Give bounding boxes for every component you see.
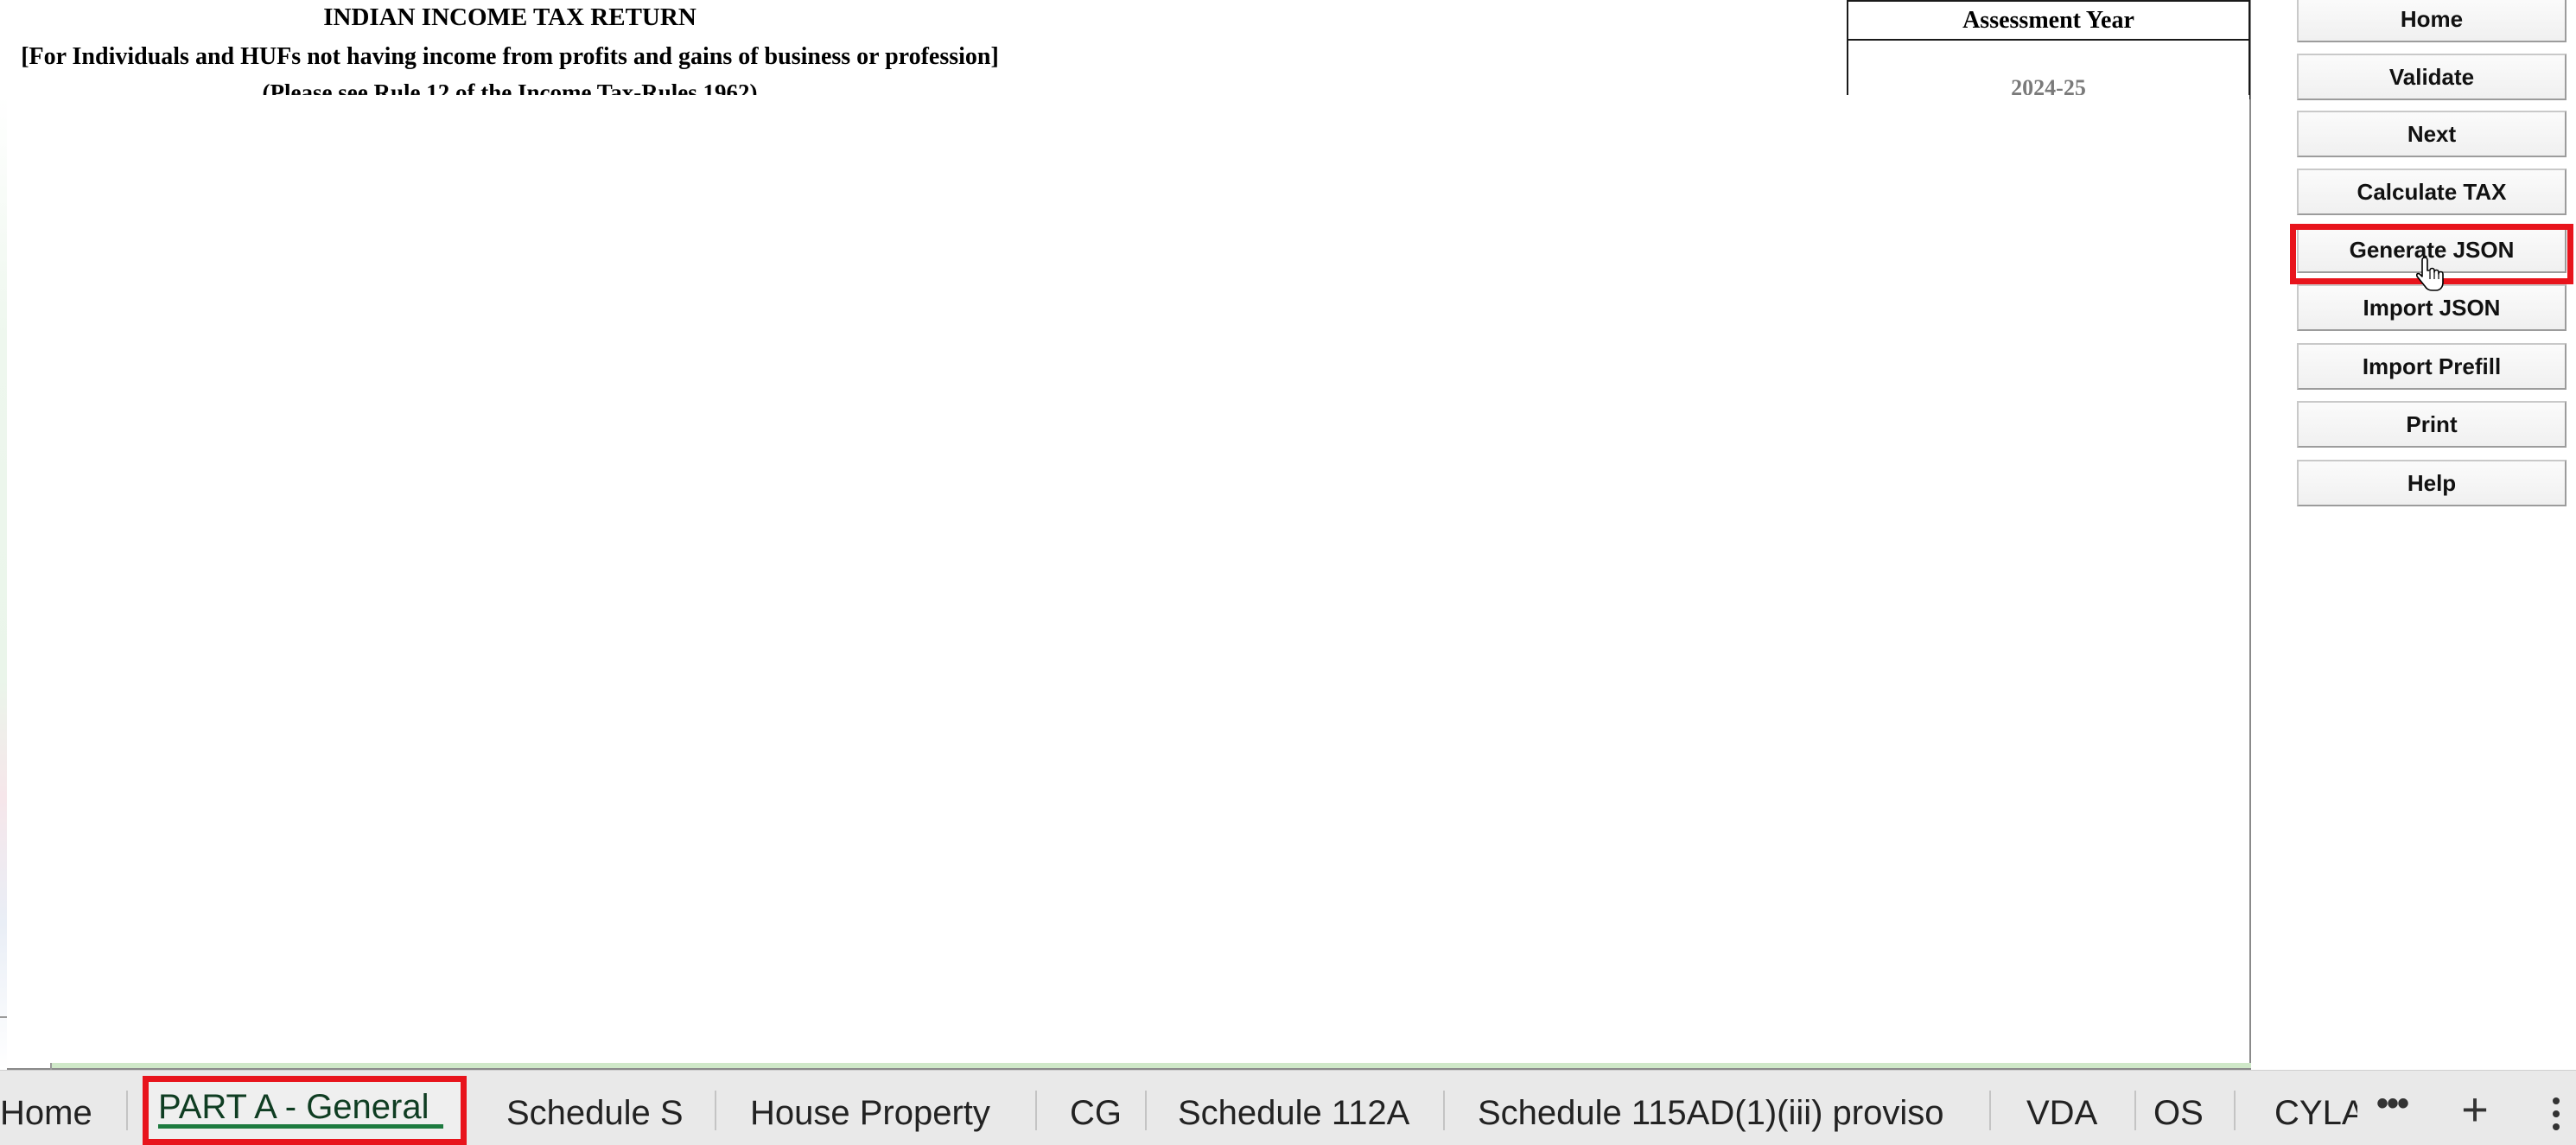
next-button[interactable]: Next [2297, 111, 2566, 157]
ellipsis-icon[interactable]: ••• [2373, 1086, 2411, 1130]
tab-schedule-115ad[interactable]: Schedule 115AD(1)(iii) proviso [1478, 1070, 1944, 1145]
tab-separator [2234, 1091, 2236, 1130]
print-button[interactable]: Print [2297, 401, 2566, 448]
sheet-left-edge [0, 95, 7, 1070]
assessment-year-label: Assessment Year [1848, 2, 2248, 41]
tab-separator [1443, 1091, 1445, 1130]
tab-separator [1989, 1091, 1991, 1130]
tab-schedule-112a[interactable]: Schedule 112A [1178, 1070, 1409, 1145]
worksheet-area: INDIAN INCOME TAX RETURN [For Individual… [0, 0, 2251, 1070]
tab-separator [715, 1091, 716, 1130]
import-prefill-button[interactable]: Import Prefill [2297, 343, 2566, 390]
plus-icon[interactable]: + [2454, 1086, 2496, 1134]
tab-separator [126, 1091, 128, 1130]
vertical-dots-icon[interactable] [2547, 1094, 2565, 1134]
blank-overlay-panel [7, 95, 2249, 1063]
tab-cyla[interactable]: CYLA [2274, 1070, 2357, 1145]
action-button-panel [2251, 0, 2576, 1070]
itr-excel-utility-window: INDIAN INCOME TAX RETURN [For Individual… [0, 0, 2576, 1145]
tab-home[interactable]: Home [0, 1070, 92, 1145]
home-button[interactable]: Home [2297, 0, 2566, 42]
tab-cg[interactable]: CG [1070, 1070, 1122, 1145]
help-button[interactable]: Help [2297, 460, 2566, 506]
form-title: INDIAN INCOME TAX RETURN [323, 3, 696, 31]
form-subtitle: [For Individuals and HUFs not having inc… [21, 43, 999, 70]
generate-json-button[interactable]: Generate JSON [2297, 226, 2566, 273]
tab-part-a-general[interactable]: PART A - General [158, 1070, 429, 1139]
sheet-bottom-accent [52, 1063, 2251, 1068]
tab-separator [1145, 1091, 1147, 1130]
validate-button[interactable]: Validate [2297, 54, 2566, 100]
tab-schedule-s[interactable]: Schedule S [506, 1070, 684, 1145]
tab-house-property[interactable]: House Property [750, 1070, 990, 1145]
calculate-tax-button[interactable]: Calculate TAX [2297, 169, 2566, 215]
tab-vda[interactable]: VDA [2026, 1070, 2097, 1145]
tab-separator [1035, 1091, 1037, 1130]
import-json-button[interactable]: Import JSON [2297, 284, 2566, 331]
assessment-year-box: Assessment Year 2024-25 [1847, 0, 2250, 99]
tab-os[interactable]: OS [2153, 1070, 2204, 1145]
tab-separator [2134, 1091, 2136, 1130]
active-tab-indicator [158, 1124, 443, 1129]
